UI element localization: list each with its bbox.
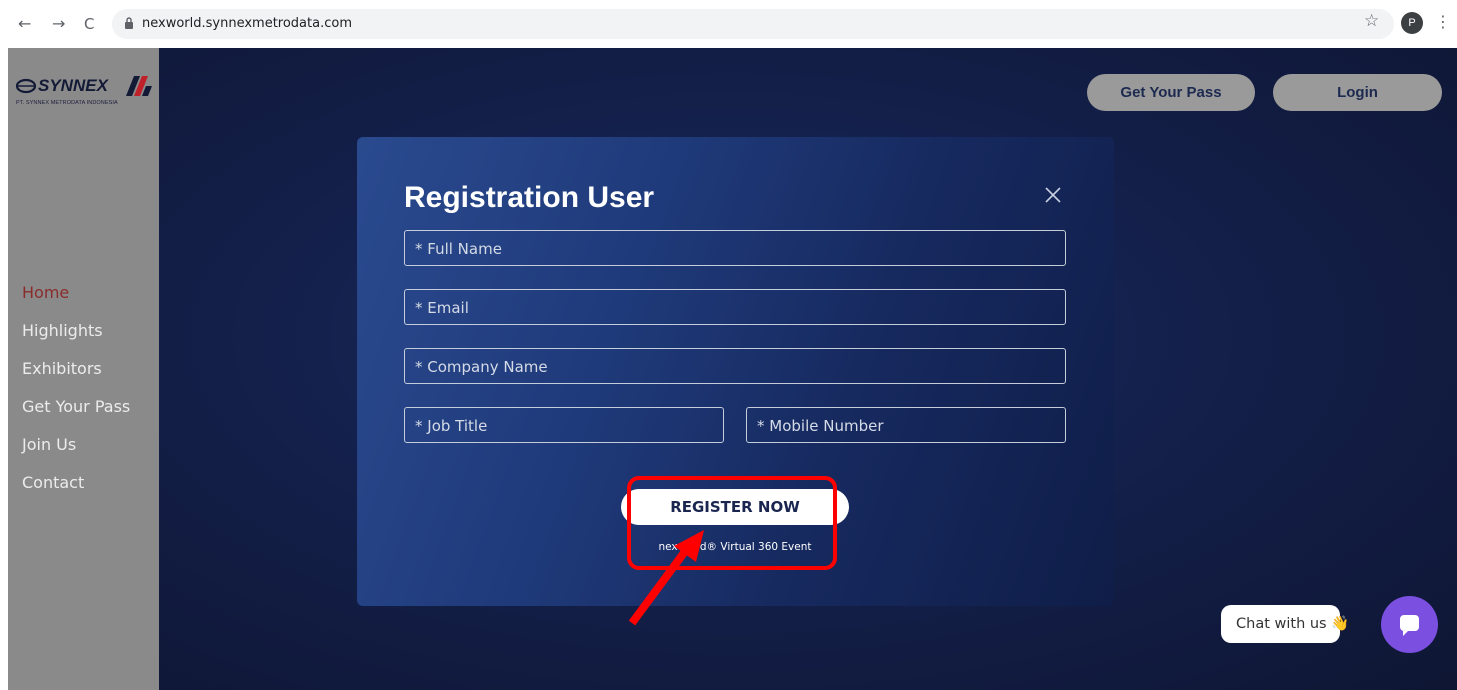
get-your-pass-button[interactable]: Get Your Pass bbox=[1087, 74, 1255, 111]
browser-menu-icon[interactable]: ⋮ bbox=[1435, 12, 1451, 31]
logo-subtitle: PT. SYNNEX METRODATA INDONESIA bbox=[16, 100, 118, 106]
browser-toolbar: ← → C nexworld.synnexmetrodata.com ☆ P ⋮ bbox=[0, 0, 1457, 48]
address-bar[interactable]: nexworld.synnexmetrodata.com bbox=[112, 9, 1394, 39]
login-button[interactable]: Login bbox=[1273, 74, 1442, 111]
back-icon[interactable]: ← bbox=[18, 14, 31, 34]
close-icon[interactable] bbox=[1041, 183, 1065, 207]
job-title-field[interactable]: * Job Title bbox=[404, 407, 724, 443]
chat-icon bbox=[1400, 615, 1419, 636]
sidebar-item-contact[interactable]: Contact bbox=[22, 471, 130, 509]
mobile-number-field[interactable]: * Mobile Number bbox=[746, 407, 1066, 443]
full-name-placeholder: * Full Name bbox=[415, 240, 502, 258]
company-logo[interactable]: SYNNEX PT. SYNNEX METRODATA INDONESIA bbox=[16, 76, 154, 116]
chat-launcher-button[interactable] bbox=[1381, 596, 1438, 653]
url-text[interactable]: nexworld.synnexmetrodata.com bbox=[142, 16, 352, 31]
company-name-placeholder: * Company Name bbox=[415, 358, 548, 376]
logo-brand-text: SYNNEX bbox=[38, 76, 108, 95]
sidebar-item-highlights[interactable]: Highlights bbox=[22, 319, 130, 357]
sidebar: SYNNEX PT. SYNNEX METRODATA INDONESIA Ho… bbox=[8, 48, 159, 690]
email-placeholder: * Email bbox=[415, 299, 469, 317]
full-name-field[interactable]: * Full Name bbox=[404, 230, 1066, 266]
mobile-number-placeholder: * Mobile Number bbox=[757, 417, 884, 435]
reload-icon[interactable]: C bbox=[84, 14, 94, 34]
sidebar-item-home[interactable]: Home bbox=[22, 281, 130, 319]
profile-avatar[interactable]: P bbox=[1401, 12, 1423, 34]
job-title-placeholder: * Job Title bbox=[415, 417, 488, 435]
email-field[interactable]: * Email bbox=[404, 289, 1066, 325]
synnex-emblem-icon bbox=[16, 78, 36, 94]
bookmark-star-icon[interactable]: ☆ bbox=[1364, 11, 1379, 31]
sidebar-menu: Home Highlights Exhibitors Get Your Pass… bbox=[22, 281, 130, 509]
forward-icon[interactable]: → bbox=[52, 14, 65, 34]
sidebar-item-exhibitors[interactable]: Exhibitors bbox=[22, 357, 130, 395]
sidebar-item-get-your-pass[interactable]: Get Your Pass bbox=[22, 395, 130, 433]
company-name-field[interactable]: * Company Name bbox=[404, 348, 1066, 384]
annotation-arrow-icon bbox=[628, 530, 704, 626]
lock-icon bbox=[125, 17, 133, 29]
modal-title: Registration User bbox=[404, 181, 655, 214]
metrodata-m-icon bbox=[126, 76, 152, 96]
page: SYNNEX PT. SYNNEX METRODATA INDONESIA Ho… bbox=[8, 48, 1457, 690]
sidebar-item-join-us[interactable]: Join Us bbox=[22, 433, 130, 471]
chat-with-us-bubble[interactable]: Chat with us 👋 bbox=[1221, 605, 1349, 643]
